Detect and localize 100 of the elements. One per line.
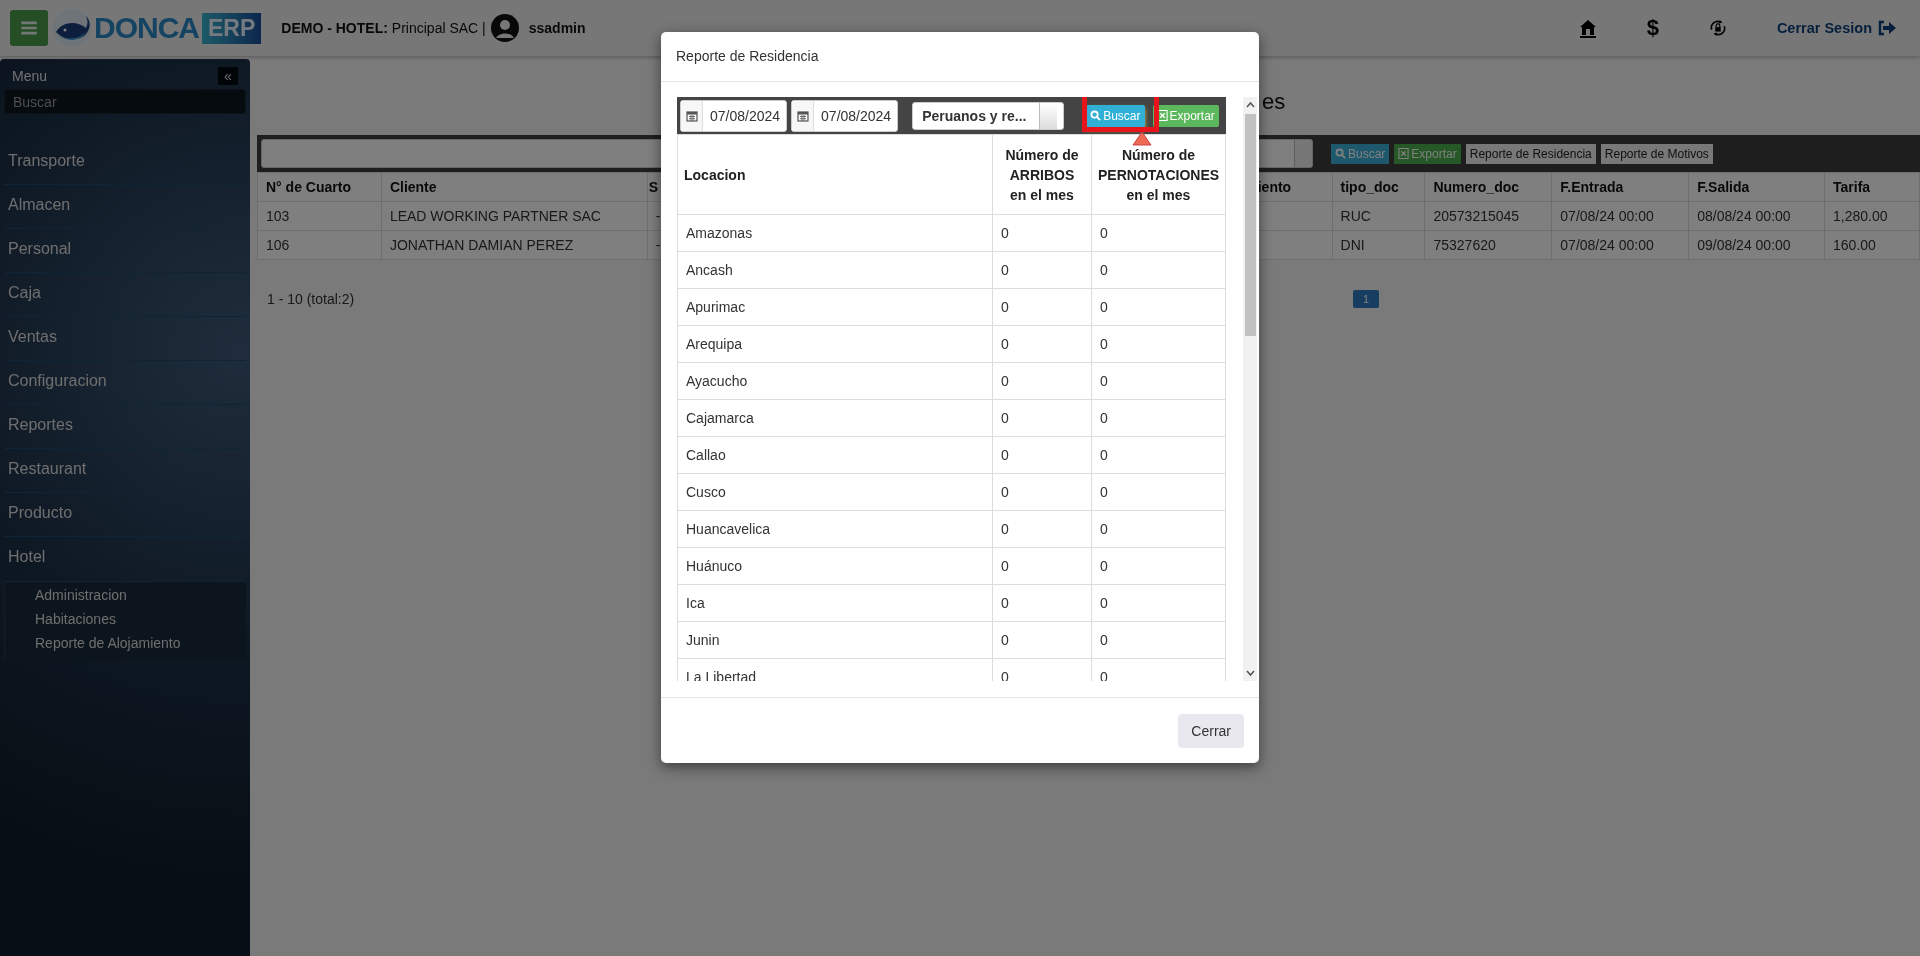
table-cell: 09/08/24 00:00 xyxy=(1688,230,1825,260)
column-header: F.Entrada xyxy=(1551,172,1689,202)
search-field[interactable]: Buscar xyxy=(4,89,246,114)
report-button[interactable]: Reporte de Motivos xyxy=(1600,143,1713,164)
report-button[interactable]: Reporte de Residencia xyxy=(1465,143,1596,164)
table-cell: 0 xyxy=(1091,325,1226,363)
column-header: Tarifa xyxy=(1824,172,1920,202)
currency-button[interactable]: $ xyxy=(1646,15,1659,41)
scrollbar-thumb[interactable] xyxy=(1244,114,1256,336)
menu-item[interactable]: Transporte xyxy=(4,141,246,185)
table-cell: 0 xyxy=(1091,362,1226,400)
table-cell: Arequipa xyxy=(677,325,993,363)
table-cell: 0 xyxy=(992,214,1092,252)
menu-item[interactable]: Personal xyxy=(4,229,246,273)
export-button[interactable]: Exportar xyxy=(1152,104,1219,127)
table-cell: LEAD WORKING PARTNER SAC xyxy=(381,201,648,231)
table-cell: 0 xyxy=(992,325,1092,363)
menu-item[interactable]: Restaurant xyxy=(4,449,246,493)
page-title: es xyxy=(1262,89,1286,114)
filter-dropdown[interactable]: Peruanos y re... xyxy=(912,101,1065,130)
menu-item[interactable]: Configuracion xyxy=(4,361,246,405)
table-cell: 0 xyxy=(992,584,1092,622)
search-button[interactable]: Buscar xyxy=(1331,143,1390,164)
spreadsheet-icon xyxy=(1398,148,1410,159)
logout-link[interactable]: Cerrar Sesion xyxy=(1776,20,1896,36)
menu-item[interactable]: Almacen xyxy=(4,185,246,229)
table-cell: Callao xyxy=(677,436,993,474)
table-cell: 0 xyxy=(1091,288,1226,326)
table-cell: 08/08/24 00:00 xyxy=(1688,201,1825,231)
table-cell: 0 xyxy=(992,473,1092,511)
table-cell: 1,280.00 xyxy=(1824,201,1920,231)
table-cell: Huánuco xyxy=(677,547,993,585)
spreadsheet-icon xyxy=(1156,110,1168,121)
menu-item[interactable]: Reportes xyxy=(4,405,246,449)
table-cell: 160.00 xyxy=(1824,230,1920,260)
scrollbar[interactable] xyxy=(1243,97,1257,681)
table-cell: 0 xyxy=(1091,621,1226,659)
date-field[interactable]: 07/08/2024 xyxy=(680,99,788,132)
export-button[interactable]: Exportar xyxy=(1394,143,1461,164)
close-button[interactable]: Cerrar xyxy=(1178,713,1244,748)
table-cell: 0 xyxy=(1091,214,1226,252)
column-header: Cliente xyxy=(381,172,648,202)
date-field[interactable]: 07/08/2024 xyxy=(791,99,899,132)
submenu-item[interactable]: Reporte de Alojamiento xyxy=(5,633,246,657)
table-cell: DNI xyxy=(1332,230,1425,260)
column-header: N° de Cuarto xyxy=(257,172,382,202)
chevron-up-icon[interactable] xyxy=(1245,101,1255,108)
table-cell: 0 xyxy=(992,362,1092,400)
calendar-icon xyxy=(796,109,809,122)
pointer-triangle-icon xyxy=(1132,131,1152,146)
home-icon[interactable] xyxy=(1578,18,1597,38)
table-cell: 0 xyxy=(1091,399,1226,437)
user-name: ssadmin xyxy=(528,20,586,36)
modal-title: Reporte de Residencia xyxy=(661,32,1259,82)
table-cell: 0 xyxy=(992,399,1092,437)
table-cell: 07/08/24 00:00 xyxy=(1551,201,1689,231)
menu-item[interactable]: Hotel xyxy=(4,537,246,581)
table-cell: 0 xyxy=(1091,436,1226,474)
table-cell: 0 xyxy=(1091,547,1226,585)
table-cell: Apurimac xyxy=(677,288,993,326)
table-cell: 0 xyxy=(992,621,1092,659)
table-cell: 20573215045 xyxy=(1424,201,1552,231)
table-cell: 0 xyxy=(1091,251,1226,289)
menu-item[interactable]: Producto xyxy=(4,493,246,537)
search-icon xyxy=(1335,148,1346,159)
avatar-icon xyxy=(490,14,519,42)
table-cell: JONATHAN DAMIAN PEREZ xyxy=(381,230,648,260)
menu-item[interactable]: Ventas xyxy=(4,317,246,361)
table-cell: Cusco xyxy=(677,473,993,511)
table-cell: Ancash xyxy=(677,251,993,289)
column-header: Locacion xyxy=(677,134,993,215)
search-button[interactable]: Buscar xyxy=(1086,104,1145,127)
chevron-down-icon[interactable] xyxy=(1245,670,1255,677)
table-cell: 103 xyxy=(257,201,382,231)
company-name: Principal SAC | xyxy=(391,20,486,36)
sidebar-title: Menu xyxy=(12,68,48,84)
table-cell: Ica xyxy=(677,584,993,622)
table-cell: 0 xyxy=(1091,510,1226,548)
table-cell: 0 xyxy=(992,288,1092,326)
column-header: F.Salida xyxy=(1688,172,1825,202)
page-button[interactable]: 1 xyxy=(1353,290,1380,308)
table-cell: 0 xyxy=(1091,473,1226,511)
column-header: tipo_doc xyxy=(1332,172,1425,202)
table-cell: Junin xyxy=(677,621,993,659)
table-cell: 0 xyxy=(992,547,1092,585)
exit-icon xyxy=(1877,20,1896,36)
collapse-button[interactable]: « xyxy=(218,67,238,85)
calendar-icon xyxy=(685,109,698,122)
lock-refresh-icon[interactable] xyxy=(1708,18,1727,38)
table-cell: Ayacucho xyxy=(677,362,993,400)
table-cell: 0 xyxy=(992,510,1092,548)
submenu-item[interactable]: Administracion xyxy=(5,585,246,609)
table-cell: 75327620 xyxy=(1424,230,1552,260)
search-icon xyxy=(1090,110,1102,121)
company-label: DEMO - HOTEL: xyxy=(281,20,388,36)
submenu-item[interactable]: Habitaciones xyxy=(5,609,246,633)
table-cell: 07/08/24 00:00 xyxy=(1551,230,1689,260)
table-cell: 106 xyxy=(257,230,382,260)
menu-item[interactable]: Caja xyxy=(4,273,246,317)
column-header: Número de PERNOTACIONES en el mes xyxy=(1091,134,1226,215)
